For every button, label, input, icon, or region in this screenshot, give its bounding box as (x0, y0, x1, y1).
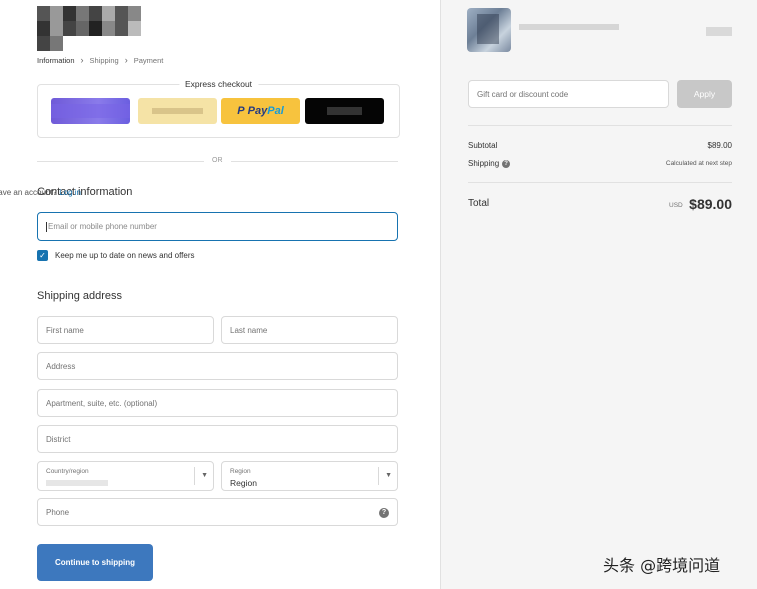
total-value: $89.00 (689, 196, 732, 212)
total-label: Total (468, 198, 490, 209)
paypal-logo-pal: Pal (267, 105, 284, 117)
shop-pay-button[interactable] (51, 98, 130, 124)
summary-divider (468, 125, 732, 126)
address-placeholder: Address (46, 361, 76, 371)
shipping-label-text: Shipping (468, 159, 500, 168)
help-icon[interactable]: ? (502, 159, 511, 168)
apply-discount-button[interactable]: Apply (677, 80, 732, 108)
region-select[interactable]: Region Region ▼ (221, 461, 398, 491)
breadcrumb-shipping: Shipping (89, 55, 119, 65)
product-name-redacted (519, 24, 619, 30)
first-name-field[interactable]: First name (37, 316, 214, 344)
apartment-field[interactable]: Apartment, suite, etc. (optional) (37, 389, 398, 417)
summary-divider (468, 182, 732, 183)
total-currency: USD (669, 202, 683, 209)
chevron-down-icon: ▼ (385, 472, 392, 479)
paypal-button[interactable]: P Pay Pal (221, 98, 300, 124)
text-cursor (46, 221, 47, 232)
district-placeholder: District (46, 434, 71, 444)
discount-placeholder: Gift card or discount code (477, 89, 569, 99)
continue-to-shipping-button[interactable]: Continue to shipping (37, 544, 153, 581)
order-summary: Gift card or discount code Apply Subtota… (440, 0, 757, 589)
chevron-right-icon: › (124, 55, 128, 65)
or-divider-text: OR (212, 157, 223, 164)
login-link[interactable]: Log in (59, 188, 81, 197)
breadcrumb-payment: Payment (133, 55, 164, 65)
district-field[interactable]: District (37, 425, 398, 453)
chevron-right-icon: › (80, 55, 84, 65)
paypal-logo-p: P (237, 105, 245, 117)
select-divider (194, 467, 195, 485)
country-label: Country/region (46, 468, 89, 475)
store-logo[interactable] (37, 6, 152, 51)
region-value: Region (230, 478, 257, 488)
login-prompt: Already have an account? Log in (0, 188, 81, 197)
breadcrumb: Information › Shipping › Payment (37, 55, 163, 65)
select-divider (378, 467, 379, 485)
newsletter-checkbox[interactable]: ✓ (37, 250, 48, 261)
country-select[interactable]: Country/region ▼ (37, 461, 214, 491)
express-checkout-box: Express checkout P Pay Pal (37, 79, 400, 138)
product-price-redacted (706, 27, 732, 36)
email-field[interactable]: Email or mobile phone number (37, 212, 398, 241)
product-thumbnail (467, 8, 511, 52)
divider-left (37, 161, 204, 162)
email-placeholder: Email or mobile phone number (48, 222, 157, 231)
paypal-logo-pay: Pay (247, 105, 268, 117)
subtotal-label: Subtotal (468, 141, 498, 150)
country-value-redacted (46, 480, 108, 486)
last-name-field[interactable]: Last name (221, 316, 398, 344)
shipping-label: Shipping? (468, 159, 511, 168)
apartment-placeholder: Apartment, suite, etc. (optional) (46, 398, 158, 408)
express-checkout-title: Express checkout (178, 79, 259, 89)
shipping-address-title: Shipping address (37, 290, 123, 302)
watermark-text: 头条 @跨境问道 (603, 556, 721, 575)
google-pay-button[interactable] (305, 98, 384, 124)
subtotal-value: $89.00 (707, 141, 732, 150)
checkout-main: Information › Shipping › Payment Express… (0, 0, 440, 589)
first-name-placeholder: First name (46, 325, 84, 335)
divider-right (231, 161, 398, 162)
breadcrumb-information[interactable]: Information (37, 56, 75, 65)
shipping-value: Calculated at next step (665, 160, 732, 167)
discount-code-field[interactable]: Gift card or discount code (468, 80, 669, 108)
address-field[interactable]: Address (37, 352, 398, 380)
region-label: Region (230, 468, 251, 475)
login-prompt-text: Already have an account? (0, 188, 57, 197)
help-icon[interactable]: ? (379, 508, 389, 518)
newsletter-label: Keep me up to date on news and offers (55, 251, 195, 260)
last-name-placeholder: Last name (230, 325, 268, 335)
phone-placeholder: Phone (46, 507, 70, 517)
phone-field[interactable]: Phone ? (37, 498, 398, 526)
chevron-down-icon: ▼ (201, 472, 208, 479)
amazon-pay-button[interactable] (138, 98, 217, 124)
